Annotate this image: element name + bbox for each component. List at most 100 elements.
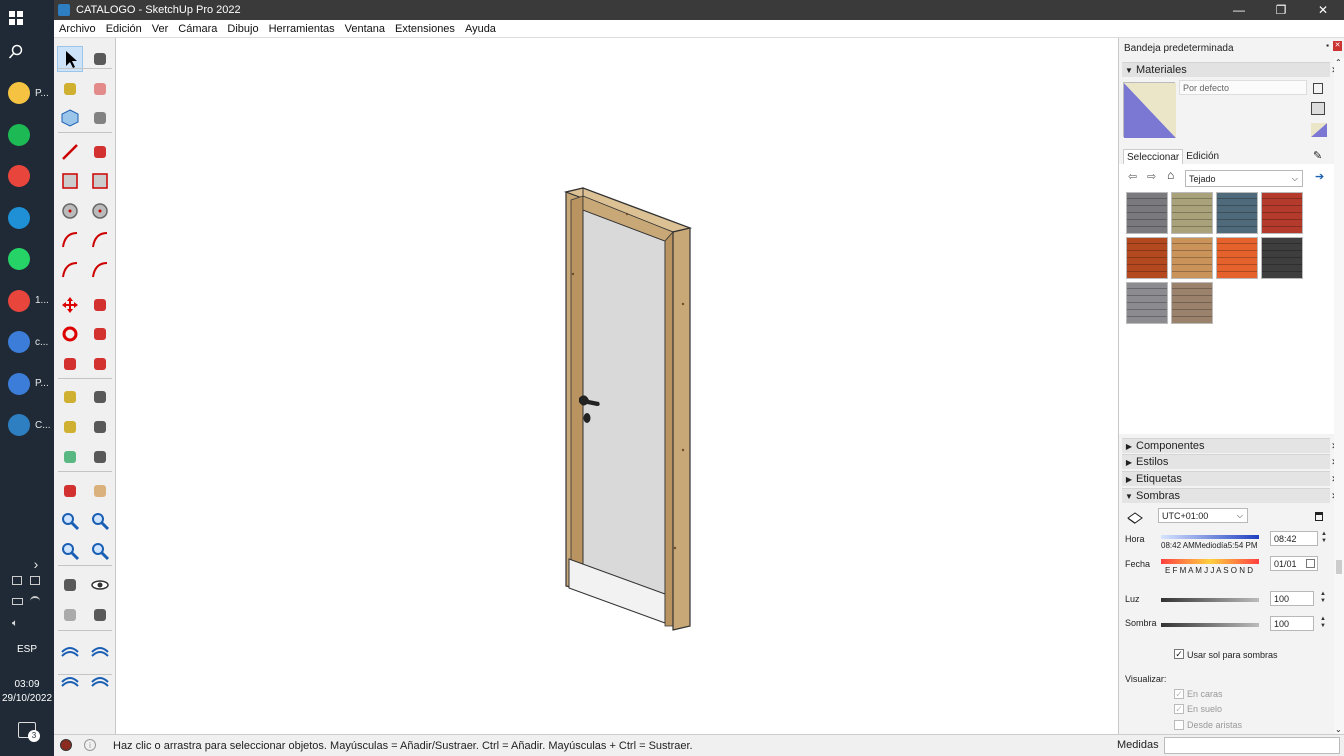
timezone-select[interactable]: UTC+01:00 ⌵ (1158, 508, 1248, 523)
notifications-button[interactable]: 3 (18, 722, 40, 742)
taskbar-app-7[interactable]: P... (0, 366, 54, 402)
windows-start-button[interactable] (0, 0, 54, 36)
home-icon[interactable]: ⌂ (1167, 168, 1174, 182)
menu-ayuda[interactable]: Ayuda (460, 23, 501, 35)
tray-scrollbar[interactable]: ⌃ ⌄ (1334, 58, 1344, 734)
eraser-icon[interactable] (87, 76, 113, 102)
luz-spinner[interactable]: ▲ ▼ (1318, 591, 1328, 606)
desde-aristas-checkbox[interactable] (1174, 720, 1184, 730)
input-language[interactable]: ESP (0, 644, 54, 655)
scale-icon[interactable] (57, 351, 83, 377)
taskbar-app-1[interactable] (0, 117, 54, 153)
text-icon[interactable] (87, 414, 113, 440)
model-viewport[interactable] (117, 38, 1117, 734)
en-caras-checkbox[interactable]: ✓ (1174, 689, 1184, 699)
material-swatch-5[interactable] (1171, 237, 1213, 279)
3d-text-icon[interactable] (87, 444, 113, 470)
luz-field[interactable]: 100 (1270, 591, 1314, 606)
close-button[interactable]: ✕ (1302, 0, 1344, 20)
menu-edicion[interactable]: Edición (101, 23, 147, 35)
walk-icon[interactable] (57, 602, 83, 628)
material-swatch-3[interactable] (1261, 192, 1303, 234)
make-component-icon[interactable] (57, 105, 83, 131)
polygon-icon[interactable] (87, 198, 113, 224)
material-swatch-6[interactable] (1216, 237, 1258, 279)
scroll-down-icon[interactable]: ⌄ (1335, 725, 1342, 734)
eyedropper-icon[interactable]: ✎ (1313, 149, 1325, 162)
info-icon[interactable]: i (84, 739, 96, 751)
circle-icon[interactable] (57, 198, 83, 224)
geolocation-icon[interactable] (60, 739, 72, 751)
move-icon[interactable] (57, 292, 83, 318)
minimize-button[interactable]: — (1218, 0, 1260, 20)
menu-ventana[interactable]: Ventana (340, 23, 390, 35)
protractor-icon[interactable] (57, 414, 83, 440)
material-swatch-7[interactable] (1261, 237, 1303, 279)
create-material-icon[interactable] (1311, 102, 1325, 115)
back-arrow-icon[interactable]: ⇦ (1128, 170, 1137, 183)
dimension-icon[interactable] (87, 384, 113, 410)
shadow-toggle-icon[interactable] (1127, 512, 1143, 524)
paint-bucket-icon[interactable] (1313, 83, 1323, 94)
scroll-up-icon[interactable]: ⌃ (1335, 58, 1342, 67)
sombra-field[interactable]: 100 (1270, 616, 1314, 631)
componentes-panel-header[interactable]: ▶ Componentes ✕ (1122, 438, 1339, 453)
sombra-slider[interactable] (1161, 623, 1259, 627)
rotated-rectangle-icon[interactable] (87, 168, 113, 194)
position-camera-icon[interactable] (57, 572, 83, 598)
taskbar-app-6[interactable]: c... (0, 324, 54, 360)
details-toggle-icon[interactable] (1315, 512, 1323, 521)
system-tray-icons[interactable]: 🔈︎ (10, 574, 46, 634)
zoom-extents-icon[interactable] (57, 538, 83, 564)
fecha-field[interactable]: 01/01 (1270, 556, 1318, 571)
scroll-thumb[interactable] (1336, 560, 1342, 574)
sample-swatch-icon[interactable] (1311, 123, 1327, 137)
taskbar-app-4[interactable] (0, 241, 54, 277)
tape-measure-tool-icon[interactable] (57, 384, 83, 410)
sandbox-scratch-icon[interactable] (87, 637, 113, 663)
sandbox-smoove-icon[interactable] (57, 667, 83, 693)
material-swatch-0[interactable] (1126, 192, 1168, 234)
rotate-icon[interactable] (57, 321, 83, 347)
menu-ver[interactable]: Ver (147, 23, 174, 35)
follow-me-icon[interactable] (87, 321, 113, 347)
material-name-field[interactable]: Por defecto (1179, 80, 1307, 95)
menu-dibujo[interactable]: Dibujo (222, 23, 263, 35)
freehand-icon[interactable] (87, 139, 113, 165)
door-model[interactable] (117, 38, 1117, 734)
sombra-spinner[interactable]: ▲ ▼ (1318, 616, 1328, 631)
previous-view-icon[interactable] (87, 538, 113, 564)
menu-extensiones[interactable]: Extensiones (390, 23, 460, 35)
maximize-button[interactable]: ❐ (1260, 0, 1302, 20)
tab-seleccionar[interactable]: Seleccionar (1123, 149, 1184, 164)
sombras-panel-header[interactable]: ▼ Sombras ✕ (1122, 488, 1339, 503)
en-suelo-checkbox[interactable]: ✓ (1174, 704, 1184, 714)
materials-panel-header[interactable]: ▼ Materiales ✕ (1122, 62, 1339, 77)
push-pull-icon[interactable] (87, 292, 113, 318)
hora-slider[interactable] (1161, 535, 1259, 539)
offset-icon[interactable] (87, 351, 113, 377)
orbit-tool-icon[interactable] (57, 478, 83, 504)
measures-input[interactable] (1164, 737, 1340, 754)
estilos-panel-header[interactable]: ▶ Estilos ✕ (1122, 454, 1339, 469)
material-swatch-9[interactable] (1171, 282, 1213, 324)
details-arrow-icon[interactable]: ➔ (1315, 170, 1324, 183)
pie-icon[interactable] (87, 257, 113, 283)
material-swatch-2[interactable] (1216, 192, 1258, 234)
hora-field[interactable]: 08:42 (1270, 531, 1318, 546)
menu-herramientas[interactable]: Herramientas (264, 23, 340, 35)
material-swatch-8[interactable] (1126, 282, 1168, 324)
look-around-icon[interactable] (87, 572, 113, 598)
material-swatch-4[interactable] (1126, 237, 1168, 279)
etiquetas-panel-header[interactable]: ▶ Etiquetas ✕ (1122, 471, 1339, 486)
taskbar-app-8[interactable]: C... (0, 407, 54, 443)
calendar-icon[interactable] (1306, 559, 1315, 568)
search-button[interactable] (0, 34, 54, 70)
taskbar-app-0[interactable]: P... (0, 75, 54, 111)
axes-icon[interactable] (57, 444, 83, 470)
zoom-window-icon[interactable] (87, 508, 113, 534)
zoom-icon[interactable] (57, 508, 83, 534)
menu-camara[interactable]: Cámara (173, 23, 222, 35)
line-pencil-icon[interactable] (57, 139, 83, 165)
hora-spinner[interactable]: ▲ ▼ (1319, 531, 1329, 546)
